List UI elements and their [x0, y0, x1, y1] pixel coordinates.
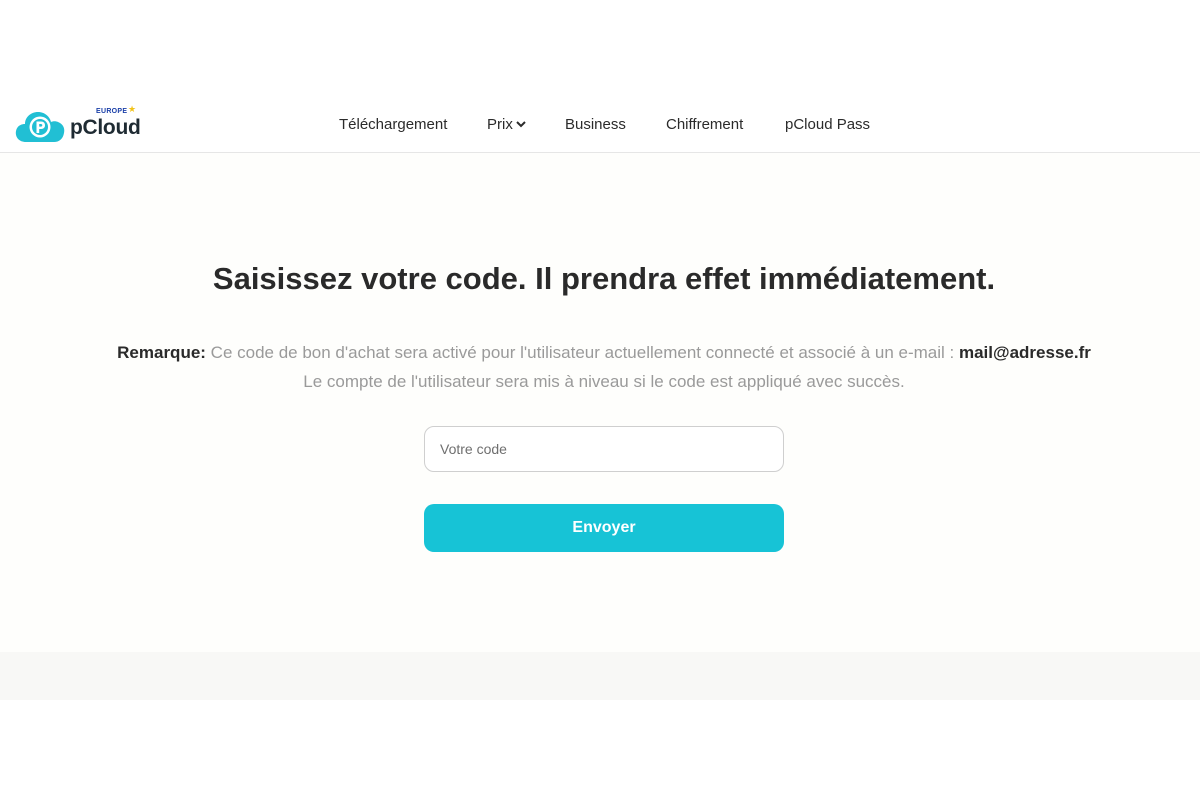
nav-item-label: Téléchargement	[339, 116, 448, 133]
nav-item-label: pCloud Pass	[785, 116, 871, 133]
note-label: Remarque:	[117, 343, 206, 362]
note-text: Ce code de bon d'achat sera activé pour …	[205, 343, 959, 362]
note-line-2: Le compte de l'utilisateur sera mis à ni…	[303, 372, 905, 391]
voucher-code-input[interactable]	[424, 426, 784, 472]
voucher-section: Saisissez votre code. Il prendra effet i…	[0, 153, 1200, 652]
footer-band	[0, 652, 1200, 700]
page-title: Saisissez votre code. Il prendra effet i…	[212, 261, 996, 296]
nav-item-chiffrement[interactable]: Chiffrement	[666, 116, 743, 133]
nav-item-label: Prix	[487, 116, 513, 133]
voucher-note: Remarque: Ce code de bon d'achat sera ac…	[0, 338, 1200, 396]
submit-button[interactable]: Envoyer	[424, 504, 784, 552]
user-email: mail@adresse.fr	[958, 343, 1091, 362]
nav-item-telechargement[interactable]: Téléchargement	[339, 116, 447, 133]
main-nav: Téléchargement Prix Business Chiffrement…	[0, 97, 1200, 152]
nav-item-business[interactable]: Business	[565, 116, 626, 133]
nav-item-pcloud-pass[interactable]: pCloud Pass	[785, 116, 870, 133]
page: EUROPE ★ pCloud Téléchargement Prix Busi…	[0, 0, 1200, 800]
nav-item-label: Business	[565, 116, 626, 133]
nav-item-prix[interactable]: Prix	[487, 116, 526, 133]
site-header: EUROPE ★ pCloud Téléchargement Prix Busi…	[0, 97, 1200, 153]
note-line-1: Remarque: Ce code de bon d'achat sera ac…	[0, 338, 1200, 367]
nav-item-label: Chiffrement	[666, 116, 744, 133]
chevron-down-icon	[516, 120, 526, 127]
